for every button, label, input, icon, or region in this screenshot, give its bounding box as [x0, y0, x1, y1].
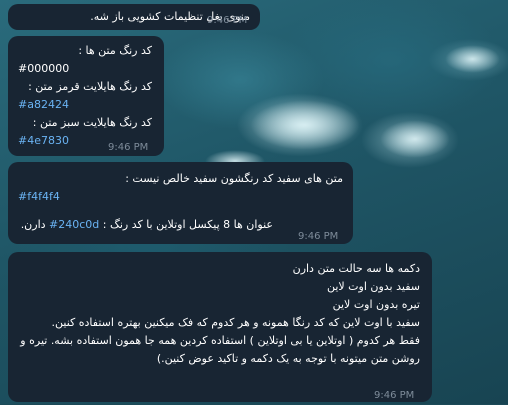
- message-time: 9:46 PM: [207, 15, 248, 26]
- hex-link[interactable]: #f4f4f4: [18, 188, 343, 206]
- message-bubble[interactable]: دکمه ها سه حالت متن دارن سفید بدون اوت ل…: [8, 252, 432, 402]
- message-text: عنوان ها 8 پیکسل اوتلاین با کد رنگ : #24…: [18, 216, 343, 234]
- message-time: 9:46 PM: [374, 390, 415, 401]
- message-text: فقط هر کدوم ( اوتلاین یا بی اوتلاین ) اس…: [20, 334, 420, 365]
- hex-link[interactable]: #240c0d: [49, 218, 99, 231]
- message-bubble[interactable]: کد رنگ متن ها : #000000 کد رنگ هایلایت ق…: [8, 36, 164, 156]
- message-text: سفید بدون اوت لاین: [326, 280, 420, 293]
- hex-link[interactable]: #a82424: [18, 96, 152, 114]
- message-text: کد رنگ هایلایت سبز متن :: [32, 116, 152, 129]
- message-text: کد رنگ متن ها :: [78, 44, 152, 57]
- message-text: تیره بدون اوت لاین: [332, 298, 420, 311]
- message-text: #000000: [18, 62, 70, 75]
- message-time: 9:46 PM: [298, 231, 339, 242]
- message-text: متن های سفید کد رنگشون سفید خالص نیست :: [125, 172, 343, 185]
- message-text-part: دارن.: [20, 218, 50, 231]
- message-bubble[interactable]: متن های سفید کد رنگشون سفید خالص نیست : …: [8, 162, 353, 244]
- message-bubble[interactable]: منوی بغل تنظیمات کشویی باز شه. 9:46 PM: [8, 4, 260, 30]
- message-text: سفید با اوت لاین که کد رنگا همونه و هر ک…: [51, 316, 420, 329]
- message-text: کد رنگ هایلایت قرمز متن :: [28, 80, 152, 93]
- message-text-part: عنوان ها 8 پیکسل اوتلاین با کد رنگ :: [99, 218, 273, 231]
- message-text: دکمه ها سه حالت متن دارن: [292, 262, 420, 275]
- message-time: 9:46 PM: [108, 142, 149, 153]
